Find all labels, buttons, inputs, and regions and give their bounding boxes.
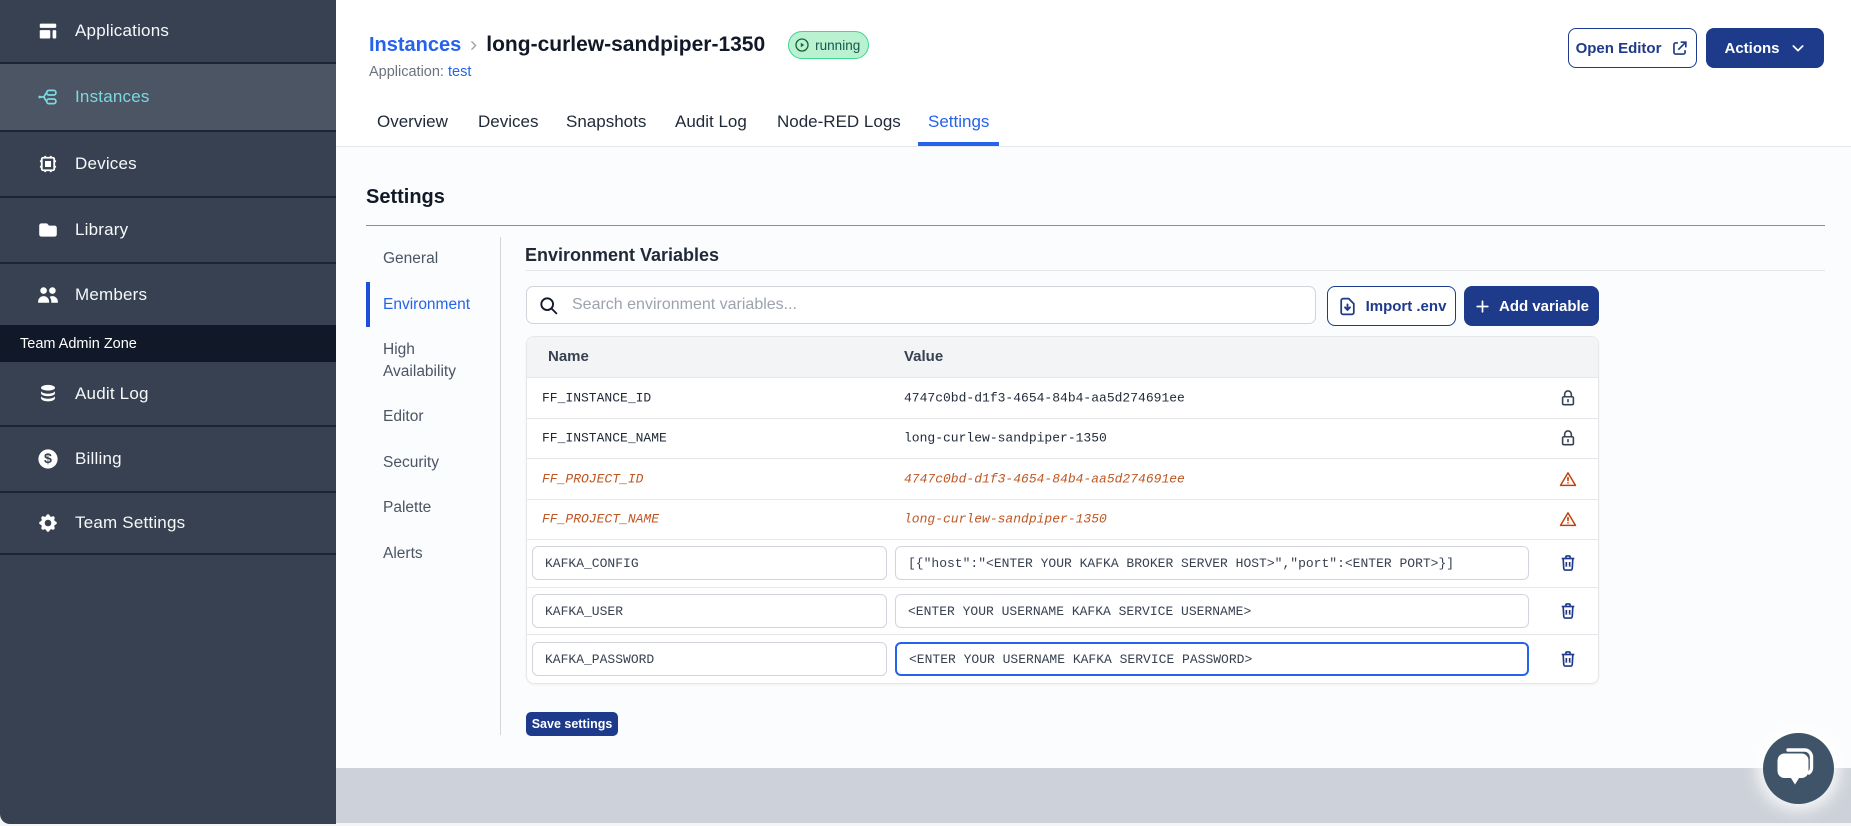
svg-text:$: $ — [44, 451, 52, 467]
